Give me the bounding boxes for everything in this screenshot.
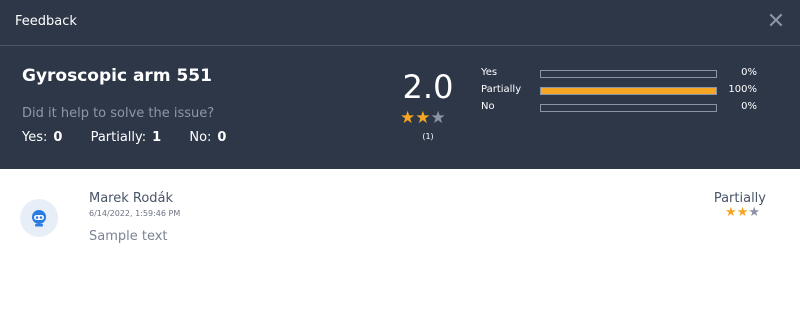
feedback-question: Did it help to solve the issue? (22, 106, 215, 121)
review-answer: Partially (713, 191, 766, 206)
average-score: 2.0 (402, 68, 454, 106)
review-timestamp: 6/14/2022, 1:59:46 PM (89, 209, 181, 218)
no-count-label: No: (189, 130, 212, 145)
distribution-row-partially: Partially 100% (481, 84, 781, 101)
star-filled-icon: ★ (725, 205, 737, 220)
distribution-bar (540, 104, 717, 112)
rating-count: (1) (422, 132, 434, 141)
distribution-bar (540, 87, 717, 95)
star-filled-icon: ★ (736, 205, 749, 220)
star-empty-icon: ★ (430, 108, 446, 128)
distribution-label: Partially (481, 84, 522, 95)
review-rating-stars: ★★★ (725, 205, 760, 220)
partially-count-value: 1 (152, 130, 162, 145)
feedback-summary: Gyroscopic arm 551 Did it help to solve … (0, 46, 800, 169)
product-name: Gyroscopic arm 551 (22, 66, 212, 86)
yes-count-label: Yes: (22, 130, 48, 145)
robot-avatar-icon (20, 199, 58, 237)
distribution-percent: 100% (728, 84, 757, 95)
star-empty-icon: ★ (748, 205, 760, 220)
review-author: Marek Rodák (89, 191, 174, 206)
distribution-row-yes: Yes 0% (481, 67, 781, 84)
distribution-label: No (481, 101, 495, 112)
close-icon[interactable]: ✕ (762, 8, 790, 36)
review-comment: Sample text (89, 229, 168, 244)
partially-count-label: Partially: (90, 130, 147, 145)
star-filled-icon: ★ (400, 108, 416, 128)
distribution-percent: 0% (741, 67, 757, 78)
yes-count-value: 0 (53, 130, 63, 145)
star-filled-icon: ★ (415, 108, 431, 128)
distribution-label: Yes (481, 67, 498, 78)
review-item: Marek Rodák 6/14/2022, 1:59:46 PM Sample… (0, 169, 800, 311)
title-bar: Feedback ✕ (0, 0, 800, 46)
distribution-bar-fill (541, 88, 716, 94)
answer-counts: Yes: 0 Partially: 1 No: 0 (22, 130, 250, 145)
distribution-percent: 0% (741, 101, 757, 112)
answer-distribution: Yes 0% Partially 100% No 0% (481, 67, 781, 118)
no-count-value: 0 (217, 130, 227, 145)
average-rating-stars: ★★★ (400, 108, 446, 128)
distribution-bar (540, 70, 717, 78)
feedback-dialog: Feedback ✕ Gyroscopic arm 551 Did it hel… (0, 0, 800, 311)
distribution-row-no: No 0% (481, 101, 781, 118)
dialog-title: Feedback (15, 14, 77, 29)
